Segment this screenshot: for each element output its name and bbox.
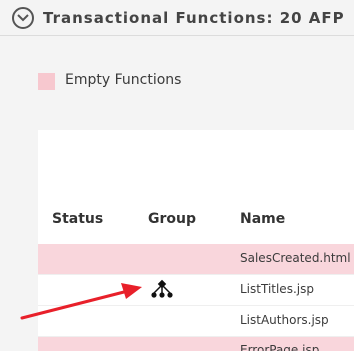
- group-hierarchy-icon[interactable]: [149, 279, 175, 301]
- legend-label: Empty Functions: [65, 72, 182, 88]
- column-header-status[interactable]: Status: [52, 211, 103, 227]
- function-name[interactable]: ListAuthors.jsp: [240, 313, 329, 327]
- function-name[interactable]: ErrorPage.jsp: [240, 343, 319, 351]
- column-header-name[interactable]: Name: [240, 211, 285, 227]
- chevron-down-icon: [17, 14, 29, 22]
- legend-swatch: [38, 73, 55, 90]
- functions-table: Status Group Name SalesCreated.html List…: [38, 130, 354, 351]
- collapse-button[interactable]: [12, 7, 34, 29]
- transactional-functions-panel: Transactional Functions: 20 AFP Empty Fu…: [0, 0, 354, 351]
- function-name[interactable]: ListTitles.jsp: [240, 282, 314, 296]
- section-title: Transactional Functions: 20 AFP: [43, 9, 345, 27]
- table-row[interactable]: ListTitles.jsp: [38, 275, 354, 306]
- table-row[interactable]: ListAuthors.jsp: [38, 306, 354, 337]
- section-header: Transactional Functions: 20 AFP: [0, 0, 354, 36]
- function-name[interactable]: SalesCreated.html: [240, 251, 351, 265]
- column-header-group[interactable]: Group: [148, 211, 196, 227]
- table-row[interactable]: ErrorPage.jsp: [38, 337, 354, 351]
- table-row[interactable]: SalesCreated.html: [38, 244, 354, 275]
